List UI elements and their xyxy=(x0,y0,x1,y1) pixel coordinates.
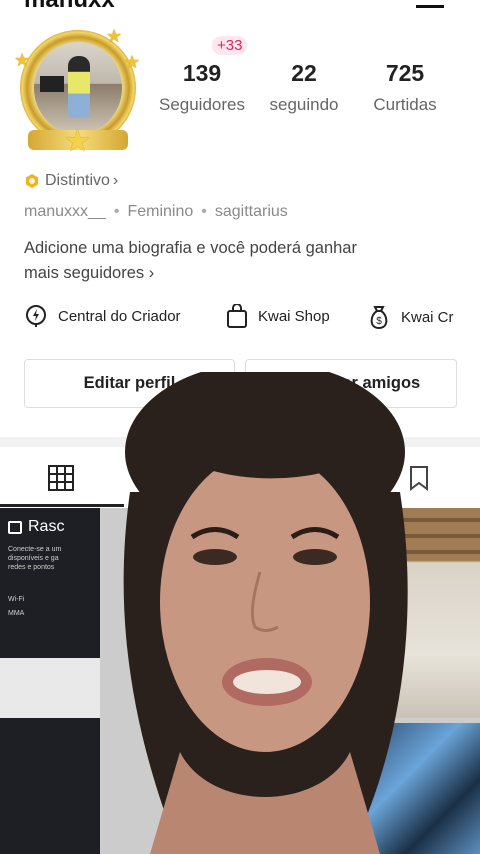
star-icon: ★ xyxy=(124,52,141,72)
bookmark-icon[interactable] xyxy=(409,465,429,491)
bio-line-1: Adicione uma biografia e você poderá gan… xyxy=(24,239,357,257)
shopping-bag-icon xyxy=(227,304,247,328)
tile-text: Conecte-se a um xyxy=(8,546,62,553)
star-icon: ★ xyxy=(106,26,123,46)
posts-grid: Rasc Conecte-se a um disponíveis e ga re… xyxy=(0,508,480,854)
gender: Feminino xyxy=(127,203,194,220)
tile-text: Wi-Fi xyxy=(8,596,25,603)
draft-title: Rasc xyxy=(28,518,65,535)
star-icon: ★ xyxy=(14,50,31,70)
money-bag-icon: $ xyxy=(370,306,388,330)
profile-meta: manuxxx__ • Feminino • sagittarius xyxy=(24,203,288,221)
grid-tile-draft[interactable]: Rasc Conecte-se a um disponíveis e ga re… xyxy=(0,508,100,854)
following-label: seguindo xyxy=(269,95,339,114)
tile-text: redes e pontos xyxy=(8,564,55,571)
stat-following[interactable]: 22 seguindo xyxy=(249,60,359,115)
drafts-box-icon xyxy=(8,520,22,534)
distintivo-link[interactable]: Distintivo › xyxy=(24,172,118,190)
lightning-pin-icon xyxy=(26,305,46,327)
following-count: 22 xyxy=(291,60,317,86)
chevron-right-icon: › xyxy=(112,172,119,189)
avatar[interactable]: ★ ★ ★ ★ xyxy=(12,26,142,158)
edit-profile-button[interactable]: Editar perfil xyxy=(24,359,235,408)
tile-text: disponíveis e ga xyxy=(8,555,59,562)
star-icon: ★ xyxy=(64,125,91,158)
followers-label: Seguidores xyxy=(158,95,245,114)
svg-text:$: $ xyxy=(376,316,382,327)
stat-followers[interactable]: 139 Seguidores xyxy=(147,60,257,115)
section-divider xyxy=(0,437,480,447)
shortcut-kwai-shop[interactable]: Kwai Shop xyxy=(226,304,330,328)
shortcut-label: Kwai Cr xyxy=(401,308,454,326)
followers-new-badge: +33 xyxy=(212,36,248,55)
shortcut-label: Kwai Shop xyxy=(258,307,330,325)
grid-tile-blue[interactable] xyxy=(360,723,480,854)
stat-likes[interactable]: 725 Curtidas xyxy=(350,60,460,115)
shortcut-creator-center[interactable]: Central do Criador xyxy=(24,304,181,328)
likes-count: 725 xyxy=(385,60,425,86)
profile-name-cutoff: manuxx xyxy=(24,0,115,12)
shortcut-kwai-cr[interactable]: $ Kwai Cr xyxy=(367,304,454,330)
chevron-right-icon: › xyxy=(148,264,155,282)
add-friends-button[interactable]: Adicionar amigos xyxy=(245,359,457,408)
distintivo-label: Distintivo xyxy=(45,172,110,189)
tile-text: MMA xyxy=(8,610,25,617)
bio-prompt[interactable]: Adicione uma biografia e você poderá gan… xyxy=(24,236,404,286)
separator-dot: • xyxy=(113,203,120,220)
edit-name-icon[interactable] xyxy=(416,0,444,8)
badge-hexagon-icon xyxy=(26,174,38,188)
tile-light-panel xyxy=(0,658,100,718)
grid-tile-room[interactable] xyxy=(380,508,480,718)
shortcut-label: Central do Criador xyxy=(58,307,181,325)
followers-count: 139 xyxy=(182,60,222,86)
zodiac-sign: sagittarius xyxy=(214,203,288,220)
username: manuxxx__ xyxy=(24,203,106,220)
avatar-photo xyxy=(34,42,122,134)
grid-icon[interactable] xyxy=(48,465,74,491)
separator-dot: • xyxy=(201,203,207,220)
active-tab-indicator xyxy=(0,504,124,507)
likes-label: Curtidas xyxy=(373,95,437,114)
top-header-cutoff: manuxx xyxy=(0,0,480,12)
bio-line-2: mais seguidores xyxy=(24,264,145,282)
